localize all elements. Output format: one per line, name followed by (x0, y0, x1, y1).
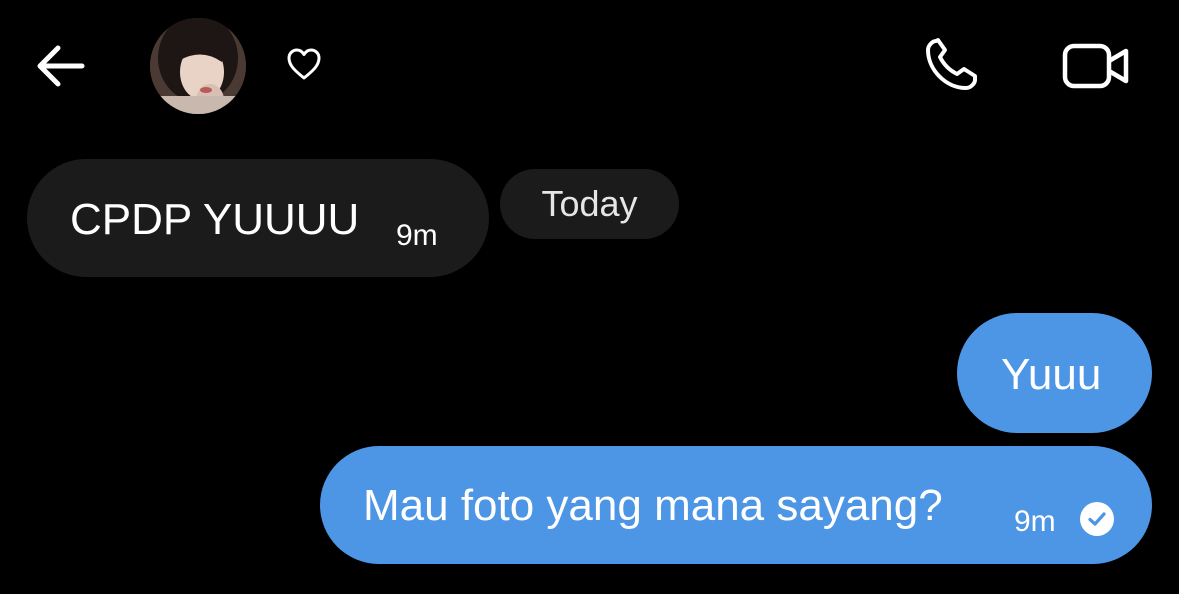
read-check-icon (1080, 502, 1114, 536)
like-button[interactable] (282, 44, 326, 88)
video-call-button[interactable] (1056, 36, 1136, 100)
phone-icon (922, 36, 980, 99)
back-button[interactable] (28, 40, 92, 96)
arrow-left-icon (32, 44, 88, 93)
message-time: 9m (396, 219, 438, 252)
video-camera-icon (1062, 42, 1130, 95)
message-text: Yuuu (1001, 350, 1102, 399)
heart-outline-icon (286, 47, 322, 86)
avatar[interactable] (150, 18, 246, 114)
date-separator-label: Today (541, 183, 638, 224)
message-time: 9m (1014, 505, 1056, 538)
date-separator: Today (500, 169, 679, 239)
voice-call-button[interactable] (916, 32, 986, 102)
message-text: CPDP YUUUU (70, 195, 360, 244)
message-text: Mau foto yang mana sayang? (363, 481, 943, 530)
avatar-image (150, 18, 246, 114)
